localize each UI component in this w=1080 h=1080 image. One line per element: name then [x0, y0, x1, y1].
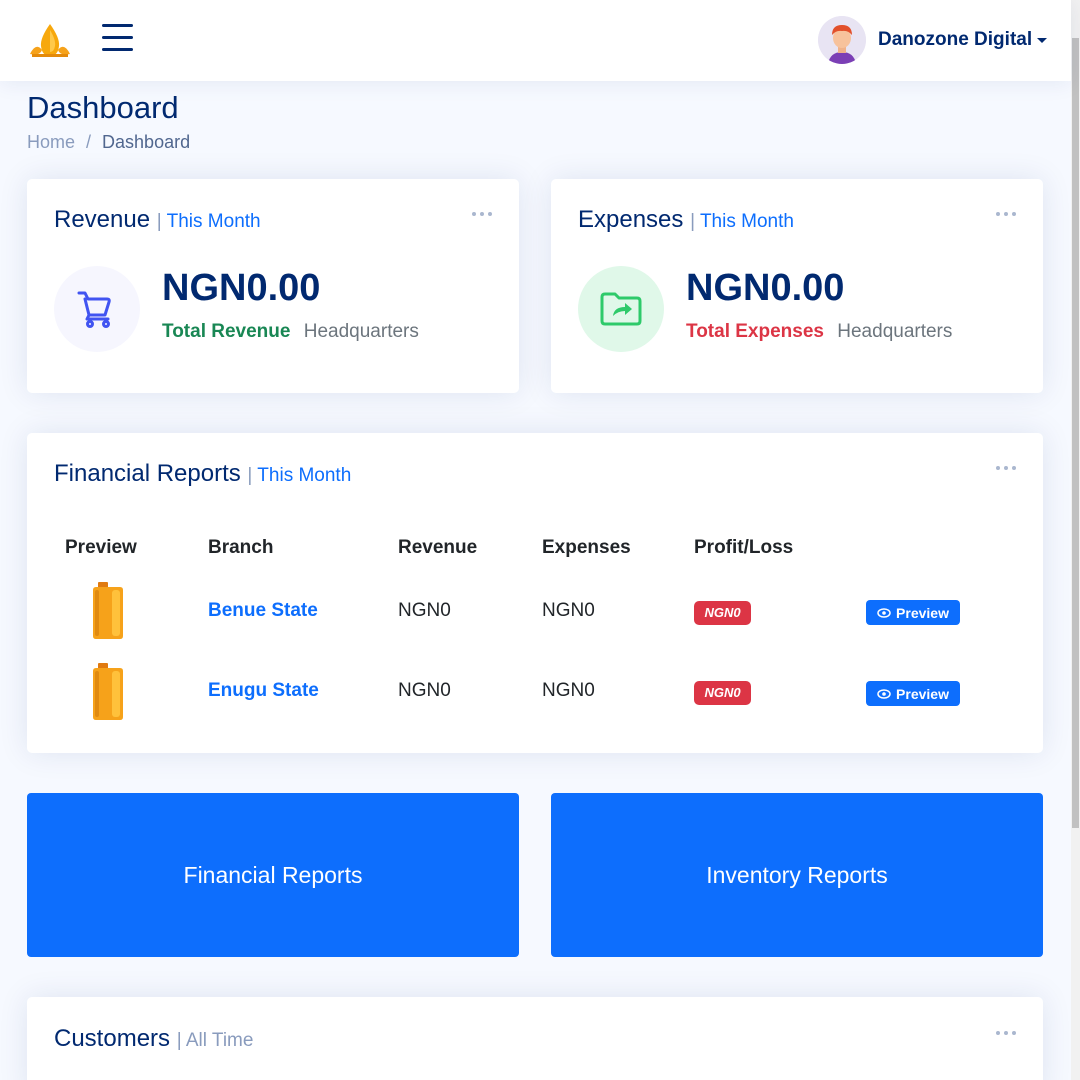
inventory-reports-button[interactable]: Inventory Reports [551, 793, 1043, 957]
card-title-text: Financial Reports [54, 460, 241, 487]
revenue-card-title: Revenue | This Month [54, 206, 261, 234]
revenue-cell: NGN0 [398, 680, 451, 701]
expenses-label-line: Total Expenses Headquarters [686, 321, 952, 343]
revenue-label-line: Total Revenue Headquarters [162, 321, 419, 343]
top-header: Danozone Digital [0, 0, 1071, 81]
scrollbar-thumb[interactable] [1072, 38, 1079, 828]
financial-reports-button[interactable]: Financial Reports [27, 793, 519, 957]
more-options-icon[interactable] [996, 1031, 1016, 1037]
card-period: | This Month [156, 211, 261, 232]
more-options-icon[interactable] [472, 212, 492, 218]
chevron-down-icon [1037, 37, 1048, 43]
branch-link[interactable]: Benue State [208, 600, 318, 622]
expenses-value: NGN0.00 [686, 267, 845, 309]
profit-loss-badge: NGN0 [694, 601, 751, 625]
more-options-icon[interactable] [996, 212, 1016, 218]
card-period: | This Month [247, 465, 352, 486]
revenue-value: NGN0.00 [162, 267, 321, 309]
column-header-profit-loss: Profit/Loss [694, 537, 794, 558]
column-header-revenue: Revenue [398, 537, 478, 558]
breadcrumb-separator: / [86, 132, 92, 152]
revenue-location: Headquarters [303, 321, 419, 342]
oil-drop-logo-icon[interactable] [26, 20, 74, 60]
column-header-preview: Preview [65, 537, 137, 558]
card-title-text: Expenses [578, 206, 684, 233]
card-title-text: Customers [54, 1025, 171, 1052]
profit-loss-badge: NGN0 [694, 681, 751, 705]
revenue-card: Revenue | This Month NGN0.00 Total Reven… [27, 179, 519, 393]
folder-share-icon [578, 266, 664, 352]
total-revenue-label: Total Revenue [162, 321, 291, 342]
revenue-cell: NGN0 [398, 600, 451, 621]
card-period: | All Time [176, 1030, 254, 1051]
page-title: Dashboard [27, 90, 179, 125]
breadcrumb-current: Dashboard [102, 132, 191, 152]
hamburger-menu-icon[interactable] [102, 24, 134, 54]
expenses-card: Expenses | This Month NGN0.00 Total Expe… [551, 179, 1043, 393]
jerrycan-image [90, 663, 126, 721]
eye-icon [877, 688, 891, 699]
jerrycan-image [90, 582, 126, 640]
customers-card-title: Customers | All Time [54, 1025, 253, 1053]
preview-label: Preview [896, 685, 949, 702]
branch-link[interactable]: Enugu State [208, 680, 319, 702]
total-expenses-label: Total Expenses [686, 321, 824, 342]
financial-reports-title: Financial Reports | This Month [54, 460, 351, 488]
column-header-branch: Branch [208, 537, 274, 558]
financial-reports-card: Financial Reports | This Month Preview B… [27, 433, 1043, 753]
preview-label: Preview [896, 604, 949, 621]
cart-icon [54, 266, 140, 352]
avatar [818, 16, 866, 64]
user-name: Danozone Digital [878, 29, 1033, 50]
expenses-location: Headquarters [837, 321, 953, 342]
expenses-cell: NGN0 [542, 600, 595, 621]
more-options-icon[interactable] [996, 466, 1016, 472]
breadcrumb: Home / Dashboard [27, 132, 190, 153]
breadcrumb-home-link[interactable]: Home [27, 132, 75, 153]
column-header-expenses: Expenses [542, 537, 631, 558]
expenses-cell: NGN0 [542, 680, 595, 701]
preview-button[interactable]: Preview [866, 600, 960, 625]
preview-button[interactable]: Preview [866, 681, 960, 706]
card-period: | This Month [690, 211, 794, 232]
expenses-card-title: Expenses | This Month [578, 206, 794, 234]
profile-dropdown[interactable]: Danozone Digital [818, 16, 1048, 64]
eye-icon [877, 607, 891, 618]
card-title-text: Revenue [54, 206, 151, 233]
customers-card: Customers | All Time [27, 997, 1043, 1080]
